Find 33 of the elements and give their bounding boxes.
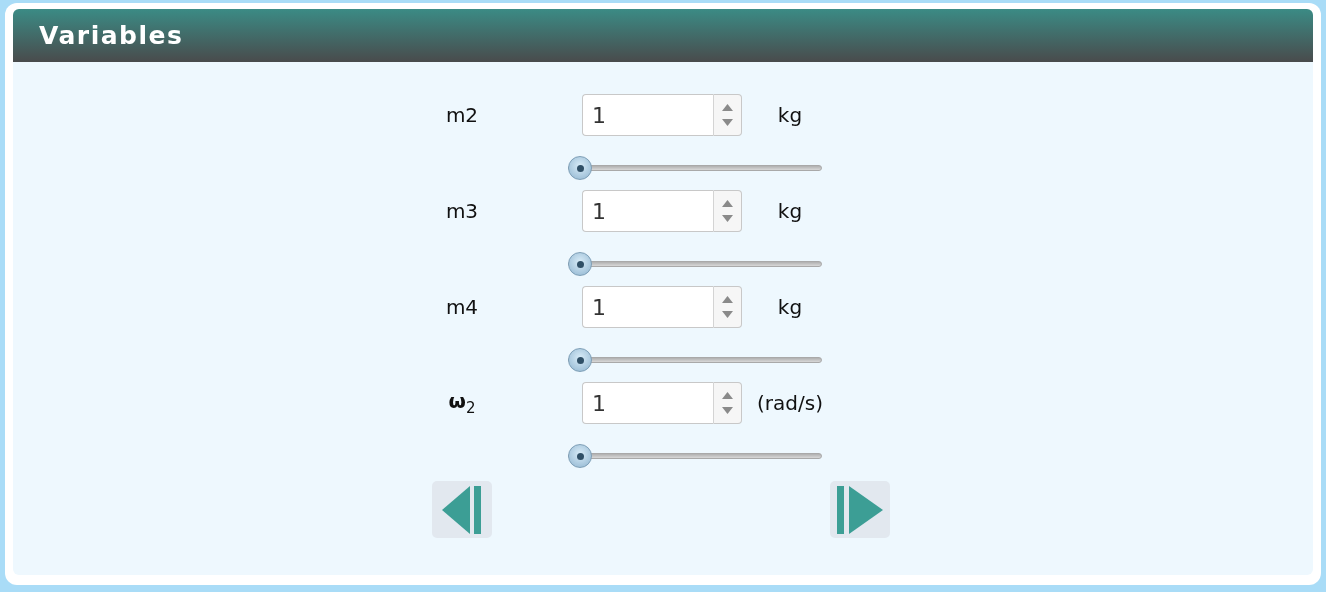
previous-icon — [442, 485, 482, 534]
number-field[interactable]: 1 — [582, 286, 714, 328]
slider[interactable] — [568, 156, 822, 180]
unit-label: kg — [776, 103, 804, 127]
number-field[interactable]: 1 — [582, 190, 714, 232]
variable-label: ω$_{2}$ — [447, 389, 477, 417]
next-button[interactable] — [830, 481, 890, 538]
spin-up-icon[interactable] — [722, 104, 733, 111]
spin-up-icon[interactable] — [722, 296, 733, 303]
variable-label: m2 — [444, 103, 480, 127]
slider[interactable] — [568, 252, 822, 276]
spin-buttons[interactable] — [714, 94, 742, 136]
spin-up-icon[interactable] — [722, 200, 733, 207]
spin-buttons[interactable] — [714, 286, 742, 328]
spin-down-icon[interactable] — [722, 407, 733, 414]
unit-label: kg — [776, 295, 804, 319]
unit-label: (rad/s) — [756, 391, 824, 415]
number-field[interactable]: 1 — [582, 94, 714, 136]
spin-down-icon[interactable] — [722, 311, 733, 318]
variable-label: m4 — [444, 295, 480, 319]
spin-down-icon[interactable] — [722, 215, 733, 222]
slider[interactable] — [568, 444, 822, 468]
variable-label: m3 — [444, 199, 480, 223]
spin-buttons[interactable] — [714, 382, 742, 424]
slider[interactable] — [568, 348, 822, 372]
spin-down-icon[interactable] — [722, 119, 733, 126]
spin-up-icon[interactable] — [722, 392, 733, 399]
number-field[interactable]: 1 — [582, 382, 714, 424]
next-icon — [837, 485, 883, 534]
spin-buttons[interactable] — [714, 190, 742, 232]
panel-title: Variables — [39, 21, 184, 50]
unit-label: kg — [776, 199, 804, 223]
previous-button[interactable] — [432, 481, 492, 538]
